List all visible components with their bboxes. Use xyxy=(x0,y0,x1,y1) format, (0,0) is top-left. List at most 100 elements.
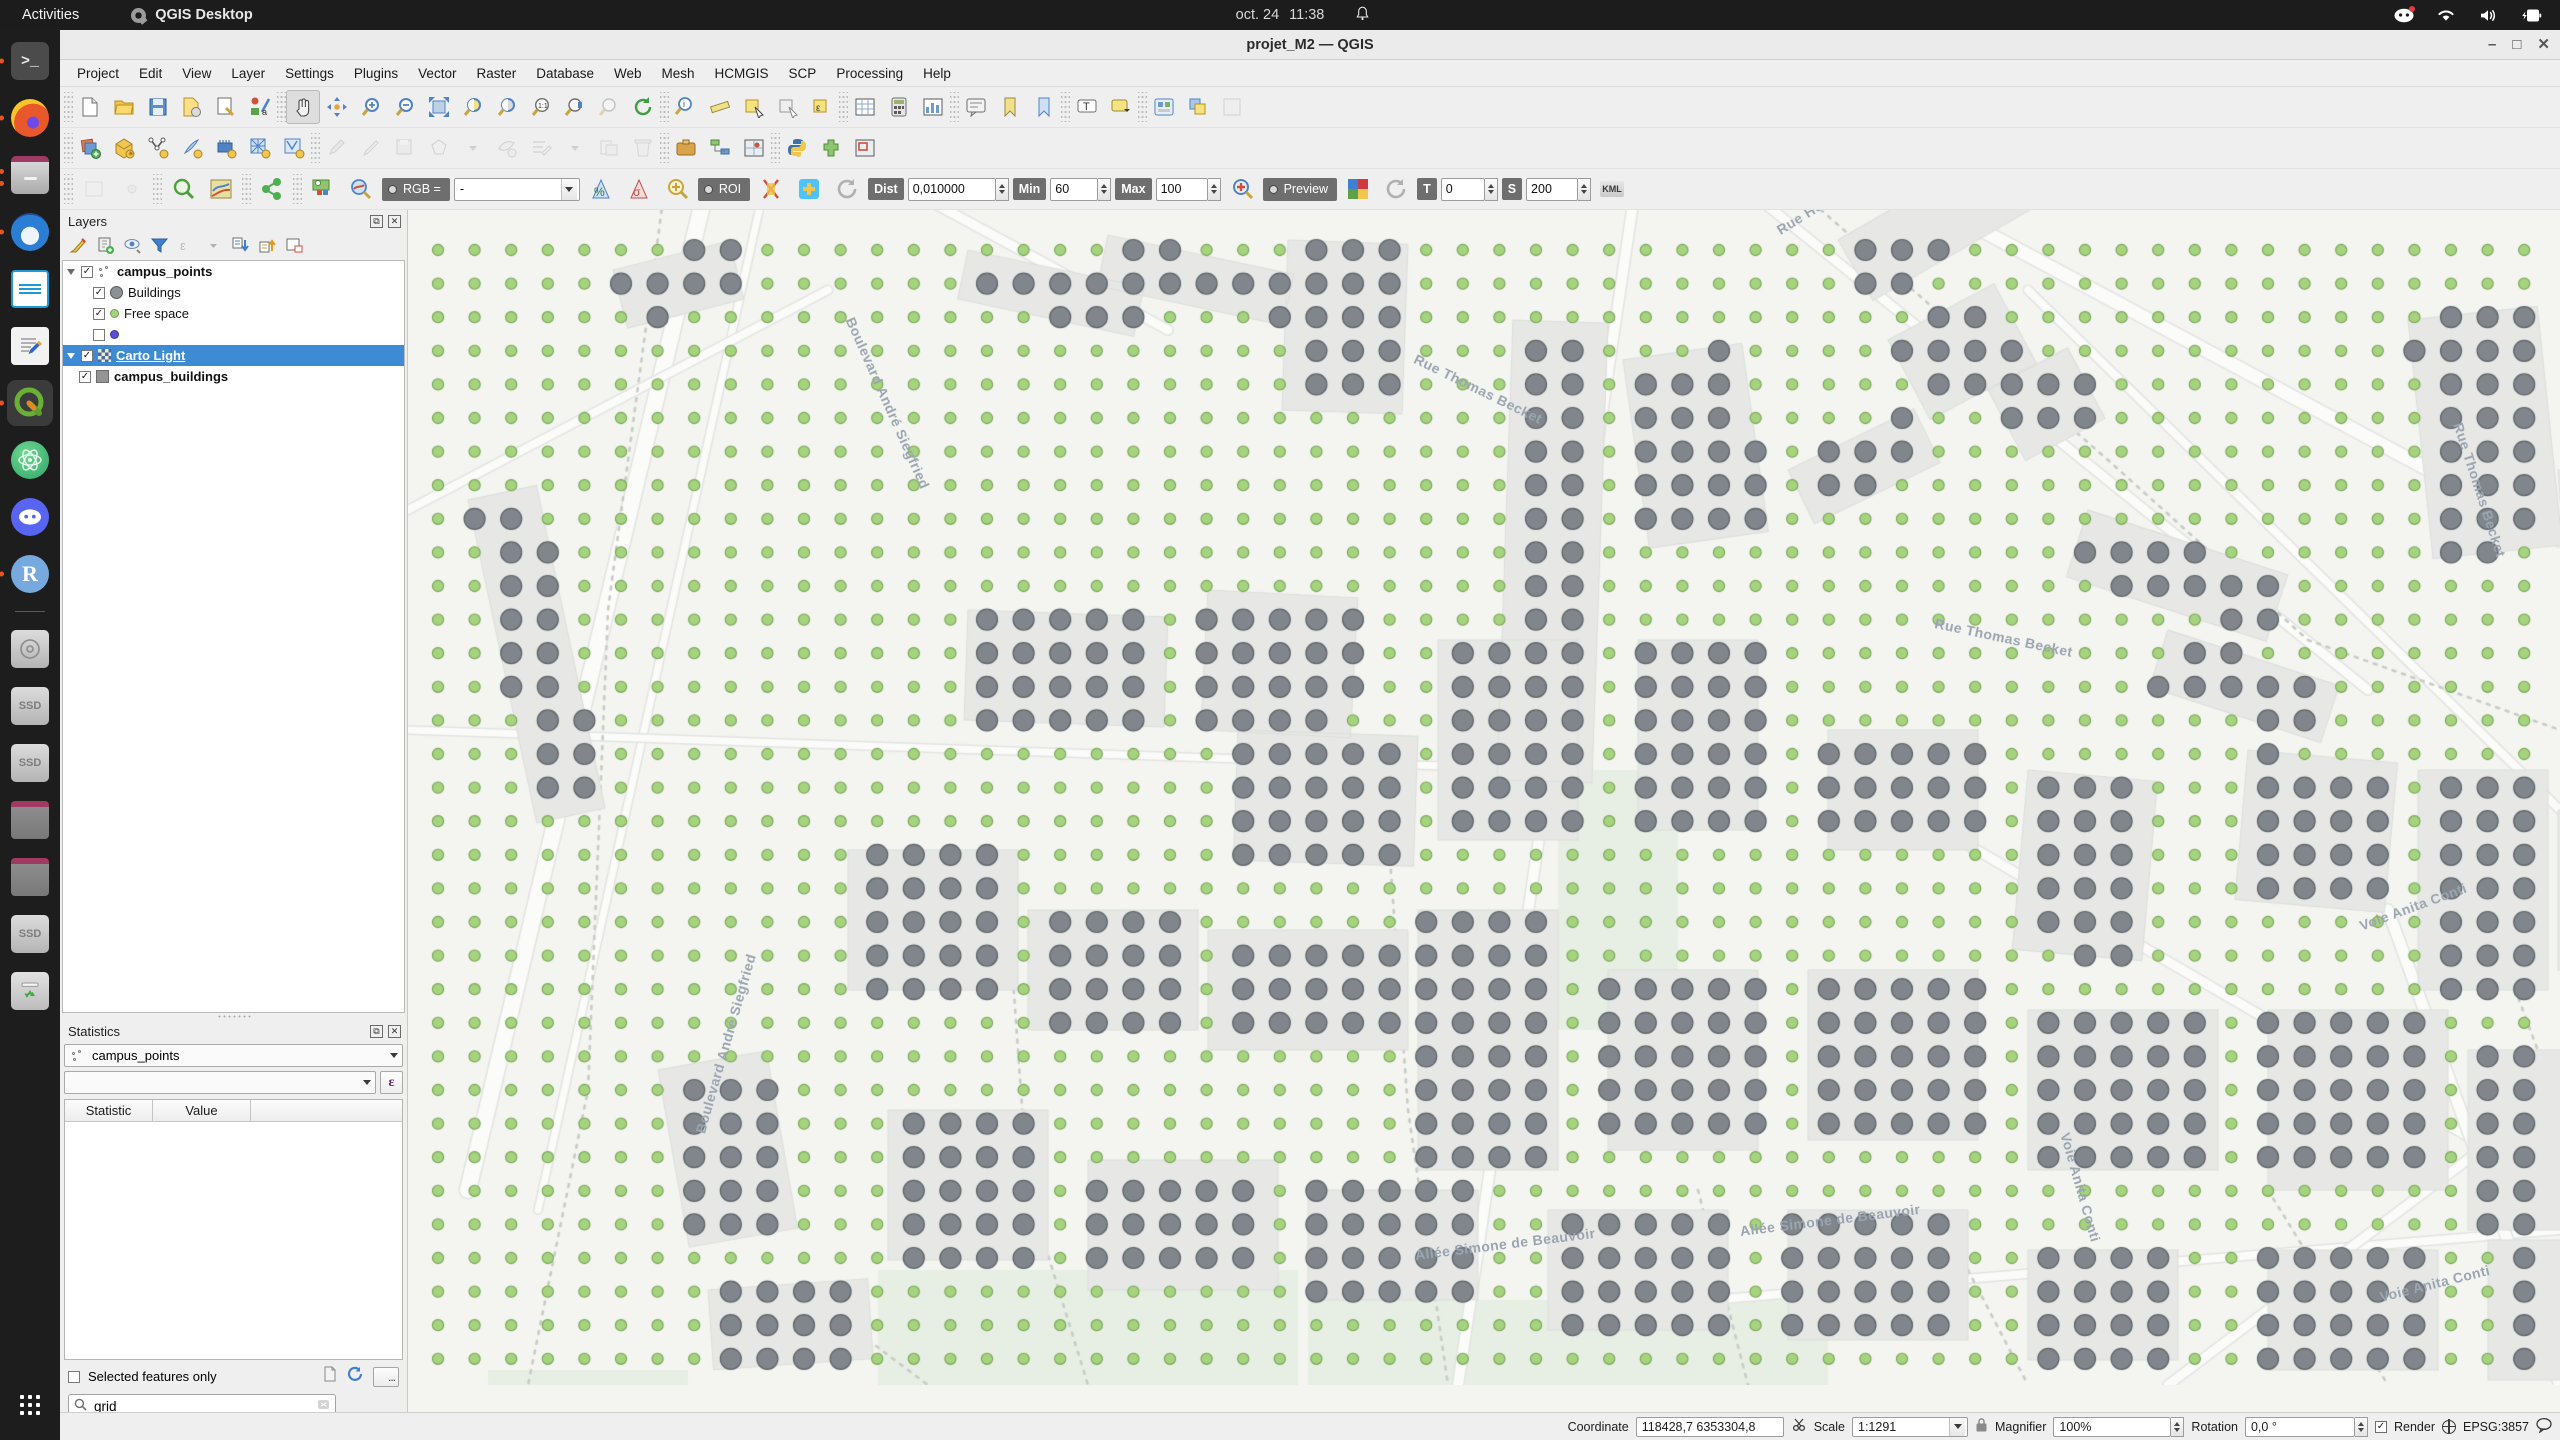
dock-item-trash[interactable] xyxy=(7,968,53,1014)
toolbar-grip-8[interactable] xyxy=(64,133,73,163)
refresh-icon[interactable] xyxy=(347,1366,363,1387)
collapse-all-icon[interactable] xyxy=(255,234,280,257)
toolbar-grip-4[interactable] xyxy=(839,92,848,122)
scp-max-field[interactable]: 100 xyxy=(1155,177,1221,201)
scp-roi-toggle[interactable]: ROI xyxy=(697,177,751,201)
scp-classification-preview-button[interactable] xyxy=(204,172,238,206)
dock-item-thunderbird[interactable] xyxy=(7,209,53,255)
chevron-down-icon-2[interactable] xyxy=(390,1053,398,1058)
layer-visibility-checkbox[interactable]: ✓ xyxy=(81,265,93,278)
chevron-down-icon[interactable] xyxy=(560,178,577,200)
toolbar-grip-6[interactable] xyxy=(1061,92,1070,122)
menu-layer[interactable]: Layer xyxy=(222,63,274,84)
map-canvas[interactable]: Rue HenriRue Thomas BecketRue Thomas Bec… xyxy=(408,210,2560,1412)
layer-visibility-checkbox-2[interactable]: ✓ xyxy=(81,349,93,362)
open-attribute-table-button[interactable] xyxy=(848,90,882,124)
scp-rgb-combo[interactable]: - xyxy=(453,177,580,201)
selected-features-only-row[interactable]: Selected features only xyxy=(68,1369,217,1384)
coordinate-value[interactable]: 118428,7 6353304,8 xyxy=(1635,1416,1784,1437)
s-value[interactable]: 200 xyxy=(1526,177,1579,201)
dock-item-terminal[interactable]: >_ xyxy=(7,38,53,84)
zoom-last-button[interactable] xyxy=(558,90,592,124)
modify-attributes-dropdown-button[interactable] xyxy=(558,131,592,165)
layer-item-carto-light[interactable]: ✓ Carto Light xyxy=(63,345,404,366)
scp-training-input-button[interactable] xyxy=(306,172,340,206)
options-icon[interactable]: ... xyxy=(373,1366,399,1387)
dock-item-rstudio[interactable]: R xyxy=(7,551,53,597)
layers-panel-buttons[interactable]: ⧉ ✕ xyxy=(370,214,401,228)
dock-item-atom[interactable] xyxy=(7,437,53,483)
legend-visibility-checkbox[interactable]: ✓ xyxy=(93,286,105,299)
toolbar-row-1[interactable]: a 1:1 i ε T xyxy=(60,87,2560,128)
zoom-to-selection-button[interactable] xyxy=(456,90,490,124)
filter-legend-expression-icon[interactable]: ε xyxy=(174,234,199,257)
add-vector-layer-button[interactable] xyxy=(1181,90,1215,124)
menu-plugins[interactable]: Plugins xyxy=(345,63,407,84)
dock-item-network-folder-1[interactable] xyxy=(7,797,53,843)
model-designer-button[interactable] xyxy=(703,131,737,165)
statistics-layer-select[interactable]: campus_points xyxy=(64,1044,403,1067)
statistics-table[interactable]: Statistic Value xyxy=(64,1099,403,1360)
rotation-value[interactable]: 0,0 ° xyxy=(2244,1416,2355,1437)
scp-kml-export-button[interactable]: KML xyxy=(1595,172,1629,206)
close-button[interactable]: ✕ xyxy=(2537,37,2550,52)
toolbar-grip-12[interactable] xyxy=(64,174,73,204)
zoom-next-button[interactable] xyxy=(592,90,626,124)
render-checkbox[interactable]: ✓ xyxy=(2374,1420,2387,1433)
crs-label[interactable]: EPSG:3857 xyxy=(2463,1420,2529,1434)
toolbar-grip-9[interactable] xyxy=(311,133,320,163)
delete-selected-button[interactable] xyxy=(626,131,660,165)
show-bookmarks-button[interactable] xyxy=(1027,90,1061,124)
volume-icon[interactable] xyxy=(2478,8,2498,23)
magnifier-spinner[interactable] xyxy=(2171,1416,2185,1437)
new-print-layout-button[interactable] xyxy=(209,90,243,124)
manage-map-themes-icon[interactable] xyxy=(120,234,145,257)
scp-s-field[interactable]: 200 xyxy=(1526,177,1592,201)
chevron-down-icon-3[interactable] xyxy=(363,1080,371,1085)
open-data-source-manager-button[interactable] xyxy=(1147,90,1181,124)
add-polygon-feature-button[interactable] xyxy=(422,131,456,165)
current-edits-button[interactable] xyxy=(320,131,354,165)
system-tray[interactable] xyxy=(2394,5,2542,23)
zoom-in-button[interactable] xyxy=(354,90,388,124)
lock-icon[interactable] xyxy=(1975,1417,1988,1436)
activities-button[interactable]: Activities xyxy=(22,7,79,23)
new-spatialite-layer-button[interactable] xyxy=(175,131,209,165)
dock-item-files[interactable] xyxy=(0,152,53,198)
panel-splitter[interactable] xyxy=(60,1013,407,1020)
scp-display-percent-button[interactable]: % xyxy=(584,172,618,206)
scp-min-field[interactable]: 60 xyxy=(1050,177,1112,201)
wifi-icon[interactable] xyxy=(2436,8,2456,23)
layer-item-campus-points[interactable]: ✓ campus_points xyxy=(63,261,404,282)
pan-map-button[interactable] xyxy=(286,90,320,124)
zoom-full-button[interactable] xyxy=(422,90,456,124)
dock-item-disc-drive[interactable] xyxy=(7,626,53,672)
text-annotation-button[interactable]: T xyxy=(1070,90,1104,124)
t-value[interactable]: 0 xyxy=(1440,177,1485,201)
pan-to-selection-button[interactable] xyxy=(320,90,354,124)
legend-visibility-checkbox-3[interactable] xyxy=(93,328,105,341)
toolbar-grip[interactable] xyxy=(64,92,73,122)
save-project-as-button[interactable] xyxy=(175,90,209,124)
toolbar-row-2[interactable]: ✳ xyxy=(60,128,2560,169)
processing-toolbox-button[interactable] xyxy=(669,131,703,165)
layers-panel-toolbar[interactable]: ε xyxy=(60,232,407,259)
status-bar[interactable]: Coordinate 118428,7 6353304,8 Scale 1:12… xyxy=(60,1412,2560,1440)
plugin-manager-button[interactable] xyxy=(814,131,848,165)
new-mesh-layer-button[interactable] xyxy=(243,131,277,165)
magnifier-value[interactable]: 100% xyxy=(2053,1416,2172,1437)
magnifier-field[interactable]: 100% xyxy=(2053,1416,2185,1437)
dock-item-libreoffice-impress[interactable] xyxy=(7,266,53,312)
scp-add-preview-button[interactable] xyxy=(1225,172,1259,206)
scp-home-button[interactable] xyxy=(77,172,111,206)
modify-attributes-button[interactable] xyxy=(524,131,558,165)
identify-features-button[interactable]: i xyxy=(669,90,703,124)
toolbar-grip-14[interactable] xyxy=(242,174,251,204)
scp-t-field[interactable]: 0 xyxy=(1440,177,1498,201)
show-map-overview-button[interactable] xyxy=(848,131,882,165)
show-statistical-summary-button[interactable] xyxy=(916,90,950,124)
window-controls[interactable]: – □ ✕ xyxy=(2488,37,2550,52)
toolbar-grip-5[interactable] xyxy=(950,92,959,122)
scp-zoom-to-band-button[interactable] xyxy=(166,172,200,206)
toolbar-grip-2[interactable] xyxy=(277,92,286,122)
